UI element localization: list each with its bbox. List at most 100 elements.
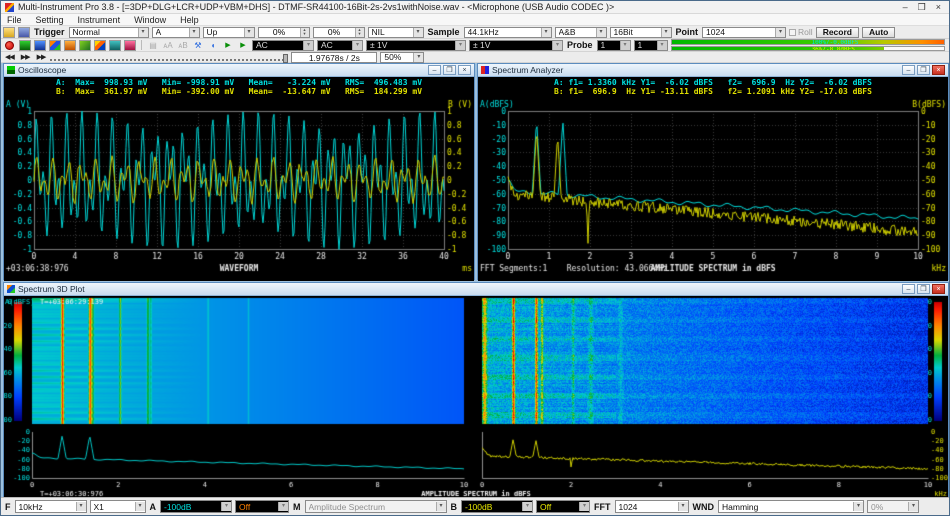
probe-b-select[interactable]: 1▾	[634, 40, 668, 51]
run-icon[interactable]: ▶	[222, 41, 234, 49]
chevron-down-icon[interactable]: ▾	[678, 502, 688, 511]
window-minimize-button[interactable]: –	[903, 2, 908, 13]
roll-checkbox[interactable]: Roll	[789, 27, 813, 37]
menu-window[interactable]: Window	[134, 15, 166, 25]
window-restore-button[interactable]: ❒	[918, 2, 926, 13]
chevron-down-icon[interactable]: ▾	[436, 502, 446, 511]
chevron-down-icon[interactable]: ▾	[189, 28, 199, 37]
probe-a-select[interactable]: 1▾	[597, 40, 631, 51]
panel-minimize-button[interactable]: –	[902, 284, 915, 294]
run-continuous-icon[interactable]: ▶	[237, 41, 249, 49]
device-test-plan-icon[interactable]	[124, 40, 136, 51]
panel-minimize-button[interactable]: –	[902, 65, 915, 75]
trigger-delay-stepper[interactable]: 0%▴▾	[313, 27, 365, 38]
sample-rate-select[interactable]: 44.1kHz▾	[464, 27, 552, 38]
playback-position-slider[interactable]	[50, 53, 288, 61]
fast-forward-icon[interactable]: ▶▶	[35, 53, 48, 61]
calibration-wrench-icon[interactable]: ⚒	[192, 41, 204, 50]
menu-setting[interactable]: Setting	[36, 15, 64, 25]
panel-restore-button[interactable]: ❒	[443, 65, 456, 75]
trigger-level-stepper[interactable]: 0%▴▾	[258, 27, 310, 38]
menu-file[interactable]: File	[7, 15, 22, 25]
chevron-down-icon[interactable]: ▾	[413, 53, 423, 62]
panel-restore-button[interactable]: ❒	[917, 284, 930, 294]
spectrum-3d-plot-icon[interactable]	[49, 40, 61, 51]
coupling-a-select[interactable]: AC▾	[252, 40, 314, 51]
save-file-icon[interactable]	[18, 27, 30, 38]
trigger-label: Trigger	[33, 27, 66, 37]
channels-select[interactable]: A&B▾	[555, 27, 607, 38]
chevron-down-icon[interactable]: ▾	[908, 502, 918, 511]
chevron-down-icon[interactable]: ▾	[661, 28, 671, 37]
chevron-down-icon[interactable]: ▾	[579, 502, 589, 511]
chevron-down-icon[interactable]: ▾	[541, 28, 551, 37]
menu-instrument[interactable]: Instrument	[78, 15, 121, 25]
chevron-down-icon[interactable]: ▾	[138, 28, 148, 37]
rewind-icon[interactable]: ◀◀	[3, 53, 16, 61]
x-scale-select[interactable]: X1▾	[90, 500, 146, 513]
record-points-select[interactable]: 1024▾	[702, 27, 786, 38]
panel-close-button[interactable]: ×	[458, 65, 471, 75]
panel-restore-button[interactable]: ❒	[917, 65, 930, 75]
window-close-button[interactable]: ×	[936, 2, 941, 13]
spectrogram-icon[interactable]	[94, 40, 106, 51]
multimeter-icon[interactable]	[64, 40, 76, 51]
hpf-select[interactable]: NIL▾	[368, 27, 424, 38]
chevron-down-icon[interactable]: ▾	[278, 502, 288, 511]
spectrum-plot[interactable]	[478, 97, 948, 281]
chevron-down-icon[interactable]: ▾	[244, 28, 254, 37]
signal-generator-icon[interactable]	[109, 40, 121, 51]
bit-depth-select[interactable]: 16Bit▾	[610, 27, 672, 38]
trigger-edge-select[interactable]: Up▾	[203, 27, 255, 38]
chevron-down-icon[interactable]: ▾	[657, 41, 667, 50]
chevron-down-icon[interactable]: ▾	[853, 502, 863, 511]
panel-close-button[interactable]: ×	[932, 65, 945, 75]
speaker-icon[interactable]: ◖	[207, 41, 219, 50]
oscilloscope-icon[interactable]	[19, 40, 31, 51]
chevron-down-icon[interactable]: ▾	[552, 41, 562, 50]
freq-range-select[interactable]: 10kHz▾	[15, 500, 87, 513]
chevron-down-icon[interactable]: ▾	[352, 41, 362, 50]
chevron-down-icon[interactable]: ▾	[303, 41, 313, 50]
trigger-source-select[interactable]: A▾	[152, 27, 200, 38]
auto-button[interactable]: Auto	[862, 27, 895, 38]
window-function-select[interactable]: Hamming▾	[718, 500, 864, 513]
slider-thumb[interactable]	[283, 54, 288, 63]
menu-help[interactable]: Help	[180, 15, 199, 25]
chevron-down-icon[interactable]: ▾	[455, 41, 465, 50]
a-persistence-select[interactable]: Off▾	[235, 500, 289, 513]
step-forward-icon[interactable]: ▶▶	[19, 53, 32, 61]
chevron-down-icon[interactable]: ▾	[135, 502, 145, 511]
coupling-b-select[interactable]: AC▾	[317, 40, 363, 51]
chevron-down-icon[interactable]: ▾	[620, 41, 630, 50]
panel-minimize-button[interactable]: –	[428, 65, 441, 75]
chevron-down-icon[interactable]: ▾	[413, 28, 423, 37]
spin-down-icon[interactable]: ▾	[356, 32, 364, 37]
spectrum-analyzer-titlebar[interactable]: Spectrum Analyzer – ❒ ×	[478, 64, 948, 77]
a-range-select[interactable]: -100dB▾	[160, 500, 232, 513]
playback-zoom-select[interactable]: 50%▾	[380, 52, 424, 63]
range-a-select[interactable]: ± 1V▾	[366, 40, 466, 51]
range-b-select[interactable]: ± 1V▾	[469, 40, 563, 51]
oscilloscope-plot[interactable]	[4, 97, 474, 281]
chevron-down-icon[interactable]: ▾	[775, 28, 785, 37]
overlap-select[interactable]: 0%▾	[867, 500, 919, 513]
spectrogram-plot[interactable]	[4, 296, 948, 498]
spectrum-analyzer-icon[interactable]	[34, 40, 46, 51]
chevron-down-icon[interactable]: ▾	[221, 502, 231, 511]
b-range-select[interactable]: -100dB▾	[461, 500, 533, 513]
open-file-icon[interactable]	[3, 27, 15, 38]
panel-close-button[interactable]: ×	[932, 284, 945, 294]
spin-down-icon[interactable]: ▾	[301, 32, 309, 37]
chevron-down-icon[interactable]: ▾	[76, 502, 86, 511]
data-logger-icon[interactable]	[79, 40, 91, 51]
chevron-down-icon[interactable]: ▾	[596, 28, 606, 37]
record-button[interactable]: Record	[816, 27, 859, 38]
spectrum-3d-titlebar[interactable]: Spectrum 3D Plot – ❒ ×	[4, 283, 948, 296]
chevron-down-icon[interactable]: ▾	[522, 502, 532, 511]
oscilloscope-titlebar[interactable]: Oscilloscope – ❒ ×	[4, 64, 474, 77]
trigger-mode-select[interactable]: Normal▾	[69, 27, 149, 38]
fft-size-select[interactable]: 1024▾	[615, 500, 689, 513]
spectrum-mode-select[interactable]: Amplitude Spectrum▾	[305, 500, 447, 513]
b-persistence-select[interactable]: Off▾	[536, 500, 590, 513]
